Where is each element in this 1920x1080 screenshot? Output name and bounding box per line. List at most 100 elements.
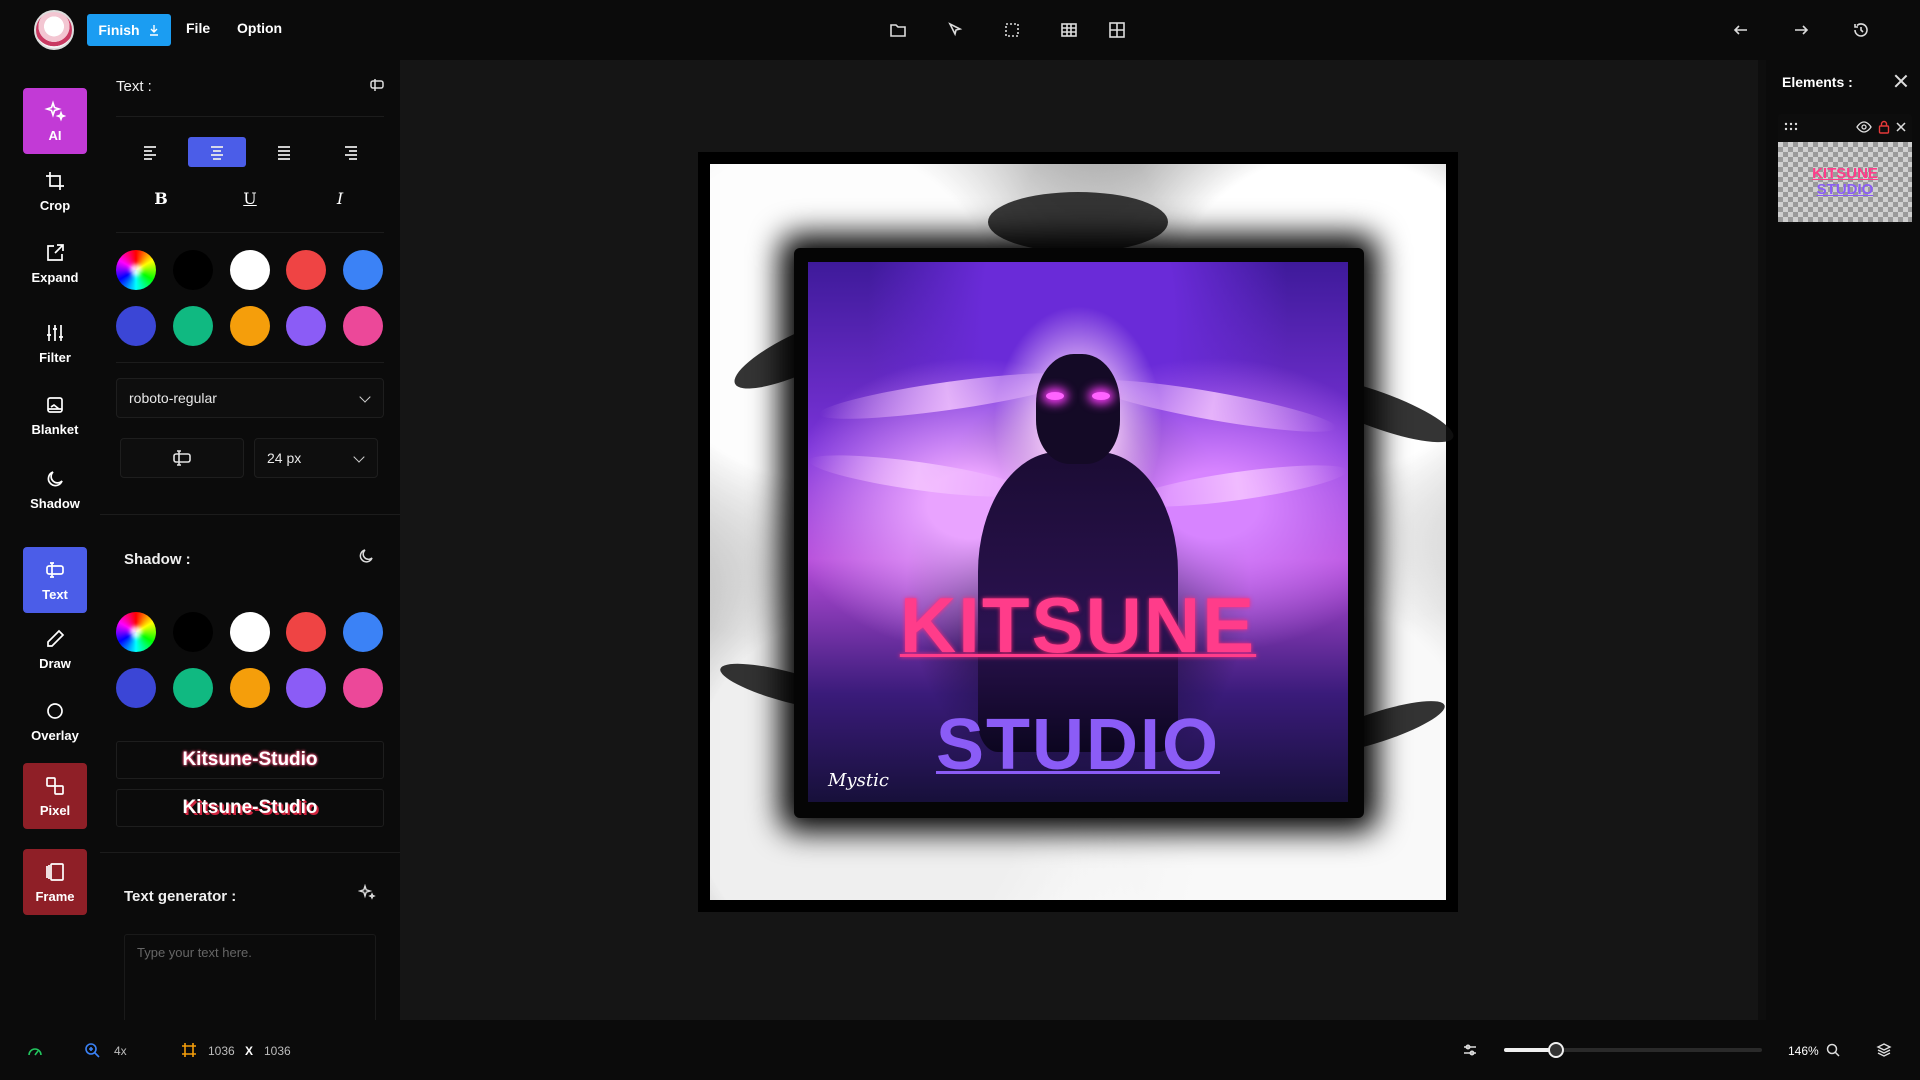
- undo-icon[interactable]: [1729, 18, 1753, 42]
- color-swatch[interactable]: [230, 668, 270, 708]
- tool-text[interactable]: Text: [23, 547, 87, 613]
- text-section-title: Text :: [116, 78, 152, 95]
- crop-icon: [46, 171, 64, 190]
- color-swatch[interactable]: [343, 668, 383, 708]
- finish-label: Finish: [98, 22, 140, 38]
- blanket-icon: [47, 396, 63, 413]
- folder-icon[interactable]: [886, 18, 910, 42]
- align-left-button[interactable]: [121, 137, 179, 167]
- layers-icon[interactable]: [1876, 1042, 1892, 1058]
- redo-icon[interactable]: [1789, 18, 1813, 42]
- text-box-toggle[interactable]: [120, 438, 244, 478]
- color-swatch[interactable]: [286, 612, 326, 652]
- close-icon[interactable]: [1894, 74, 1908, 88]
- figure-head: [1036, 354, 1120, 464]
- tool-ai[interactable]: AI: [23, 88, 87, 154]
- menu-option[interactable]: Option: [237, 20, 282, 36]
- adjust-icon[interactable]: [1462, 1042, 1478, 1058]
- download-icon: [149, 25, 158, 36]
- align-justify-button[interactable]: [255, 137, 313, 167]
- eye-right: [1092, 392, 1110, 400]
- italic-button[interactable]: I: [325, 186, 355, 210]
- text-settings-icon[interactable]: [368, 76, 386, 94]
- remove-layer-icon[interactable]: [1896, 122, 1906, 132]
- title-kitsune[interactable]: KITSUNE: [808, 580, 1348, 671]
- font-size-select[interactable]: 24 px: [254, 438, 378, 478]
- speedometer-icon: [28, 1048, 42, 1056]
- tool-frame[interactable]: Frame: [23, 849, 87, 915]
- color-swatch[interactable]: [173, 250, 213, 290]
- lock-icon[interactable]: [1878, 120, 1890, 134]
- tool-expand[interactable]: Expand: [23, 230, 87, 296]
- color-swatch[interactable]: [230, 612, 270, 652]
- pointer-icon[interactable]: [943, 18, 967, 42]
- thumb-line1: KITSUNE: [1812, 164, 1878, 182]
- shadow-preview-1[interactable]: Kitsune-Studio: [116, 741, 384, 779]
- align-right-button[interactable]: [322, 137, 380, 167]
- color-swatch[interactable]: [343, 250, 383, 290]
- color-swatch[interactable]: [286, 250, 326, 290]
- app-logo[interactable]: [34, 10, 74, 50]
- text-generator-input[interactable]: [124, 934, 376, 1034]
- chevron-down-icon: [359, 391, 371, 403]
- tool-overlay[interactable]: Overlay: [23, 688, 87, 754]
- underline-button[interactable]: U: [235, 186, 265, 210]
- align-right-icon: [345, 146, 357, 160]
- color-swatch[interactable]: [116, 306, 156, 346]
- signature: Mystic: [828, 770, 889, 791]
- history-icon[interactable]: [1849, 18, 1873, 42]
- selection-icon[interactable]: [1000, 18, 1024, 42]
- artwork-canvas[interactable]: KITSUNE STUDIO Mystic: [698, 152, 1458, 912]
- pixel-icon: [46, 776, 64, 795]
- search-icon[interactable]: [1826, 1043, 1840, 1057]
- tool-expand-label: Expand: [31, 269, 79, 285]
- color-swatch[interactable]: [116, 668, 156, 708]
- tool-overlay-label: Overlay: [31, 727, 79, 743]
- chevron-down-icon: [353, 451, 365, 463]
- color-swatch[interactable]: [230, 250, 270, 290]
- divider: [100, 514, 400, 515]
- title-studio[interactable]: STUDIO: [808, 704, 1348, 786]
- shadow-preview-2[interactable]: Kitsune-Studio: [116, 789, 384, 827]
- reset-shadow-icon[interactable]: [358, 547, 376, 565]
- zoom-icon[interactable]: [84, 1042, 100, 1058]
- menu-file[interactable]: File: [186, 20, 210, 36]
- align-center-button[interactable]: [188, 137, 246, 167]
- tool-blanket[interactable]: Blanket: [23, 382, 87, 448]
- zoom-slider[interactable]: [1504, 1042, 1762, 1058]
- divider: [116, 362, 384, 363]
- tool-shadow[interactable]: Shadow: [23, 456, 87, 522]
- color-swatch[interactable]: [286, 306, 326, 346]
- font-family-value: roboto-regular: [129, 390, 217, 406]
- table-icon[interactable]: [1105, 18, 1129, 42]
- finish-button[interactable]: Finish: [87, 14, 171, 46]
- layer-card[interactable]: KITSUNE STUDIO: [1778, 114, 1912, 224]
- tool-draw[interactable]: Draw: [23, 616, 87, 682]
- eye-icon[interactable]: [1856, 121, 1872, 133]
- canvas-width: 1036: [208, 1044, 235, 1058]
- color-swatch[interactable]: [173, 612, 213, 652]
- color-swatch[interactable]: [286, 668, 326, 708]
- color-swatch[interactable]: [343, 306, 383, 346]
- tool-draw-label: Draw: [39, 655, 71, 671]
- tool-pixel[interactable]: Pixel: [23, 763, 87, 829]
- text-cursor-icon: [46, 561, 64, 578]
- tool-filter[interactable]: Filter: [23, 310, 87, 376]
- color-swatch[interactable]: [173, 668, 213, 708]
- sparkles-icon[interactable]: [357, 883, 376, 902]
- grid-icon[interactable]: [1057, 18, 1081, 42]
- align-justify-icon: [278, 146, 290, 160]
- color-swatch[interactable]: [343, 612, 383, 652]
- left-toolbar: AI Crop Expand Filter Blanket Shadow Tex…: [0, 60, 108, 1020]
- align-left-icon: [144, 146, 156, 160]
- drag-handle-icon[interactable]: [1784, 122, 1798, 132]
- font-family-select[interactable]: roboto-regular: [116, 378, 384, 418]
- color-swatch[interactable]: [173, 306, 213, 346]
- shadow-color-picker-wheel[interactable]: [116, 612, 156, 652]
- tool-crop[interactable]: Crop: [23, 158, 87, 224]
- color-swatch[interactable]: [230, 306, 270, 346]
- zoom-slider-knob[interactable]: [1547, 1042, 1564, 1058]
- color-picker-wheel[interactable]: [116, 250, 156, 290]
- expand-icon: [47, 243, 64, 261]
- bold-button[interactable]: B: [146, 186, 176, 210]
